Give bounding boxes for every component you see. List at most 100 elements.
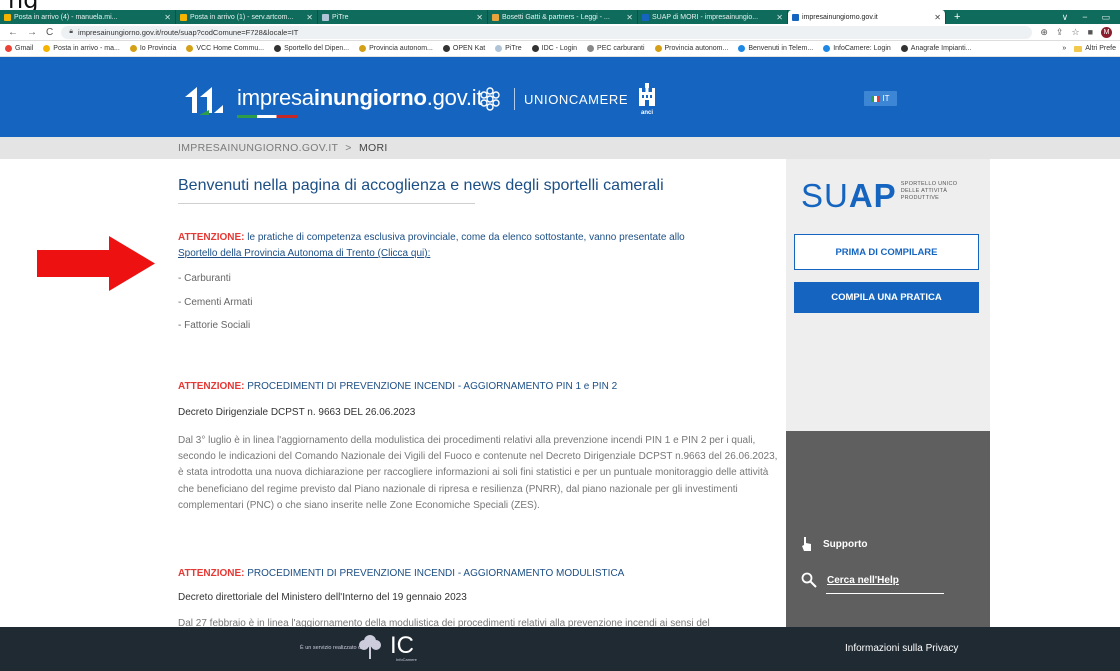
cropped-top-text: ng <box>0 0 1120 10</box>
italian-flag-icon <box>871 95 881 102</box>
help-search-label: Cerca nell'Help <box>827 574 899 586</box>
pointing-hand-icon <box>802 537 811 551</box>
close-tab-icon[interactable]: ✕ <box>772 13 783 22</box>
help-search-underline <box>826 593 944 594</box>
bookmark-label: Sportello del Dipen... <box>284 45 350 52</box>
bookmark-item[interactable]: OPEN Kat <box>438 45 490 52</box>
pitre-favicon-icon <box>322 13 329 21</box>
tab-search-icon[interactable]: ∨ <box>1062 12 1069 23</box>
bookmark-item[interactable]: Anagrafe Impianti... <box>896 45 977 52</box>
unioncamere-label[interactable]: UNIONCAMERE <box>524 92 628 107</box>
close-tab-icon[interactable]: ✕ <box>930 13 941 22</box>
support-label: Supporto <box>823 538 868 550</box>
address-bar-actions: ⊕ ⇪ ☆ ■ M <box>1032 26 1120 38</box>
star-icon[interactable]: ☆ <box>1071 27 1079 38</box>
anci-text: anci <box>641 110 653 116</box>
bookmark-item[interactable]: PEC carburanti <box>582 45 649 52</box>
bookmarks-bar: Gmail Posta in arrivo - ma... Io Provincia… <box>0 41 1120 57</box>
bookmark-item[interactable]: Provincia autonom... <box>354 45 438 52</box>
list-item: - Carburanti <box>178 273 231 284</box>
attention-label: ATTENZIONE: <box>178 568 245 579</box>
bookmark-item[interactable]: Benvenuti in Telem... <box>733 45 818 52</box>
maximize-icon[interactable]: ▭ <box>1101 12 1110 23</box>
bookmark-label: Gmail <box>15 45 34 52</box>
impresa-logo-icon[interactable] <box>183 83 225 115</box>
browser-tab[interactable]: PiTre ✕ <box>318 10 488 24</box>
zoom-icon[interactable]: ⊕ <box>1040 27 1048 38</box>
breadcrumb-root-link[interactable]: IMPRESAINUNGIORNO.GOV.IT <box>178 142 338 154</box>
bookmark-favicon-icon <box>5 45 12 52</box>
bookmark-item[interactable]: Gmail <box>0 45 38 52</box>
bookmark-label: IDC - Login <box>541 45 578 52</box>
minimize-icon[interactable]: − <box>1082 12 1087 23</box>
sidepanel-icon[interactable]: ■ <box>1088 27 1093 37</box>
browser-tab[interactable]: SUAP di MORI - impresainungio... ✕ <box>638 10 788 24</box>
bookmark-label: OPEN Kat <box>452 45 486 52</box>
suap-wordmark: SUAP <box>801 179 897 212</box>
tab-title: Bosetti Gatti & partners - Leggi - ... <box>502 13 610 21</box>
other-bookmarks-label[interactable]: Altri Prefe <box>1085 45 1116 52</box>
bookmark-label: PEC carburanti <box>597 45 645 52</box>
close-tab-icon[interactable]: ✕ <box>472 13 483 22</box>
close-tab-icon[interactable]: ✕ <box>160 13 171 22</box>
bookmark-item[interactable]: Io Provincia <box>125 45 182 52</box>
notice-text: le pratiche di competenza esclusiva prov… <box>244 232 685 243</box>
notice-title[interactable]: PROCEDIMENTI DI PREVENZIONE INCENDI - AG… <box>244 381 617 392</box>
bookmark-item[interactable]: Provincia autonom... <box>650 45 734 52</box>
notice-pin-title: ATTENZIONE: PROCEDIMENTI DI PREVENZIONE … <box>178 381 617 392</box>
language-selector[interactable]: IT <box>864 91 897 106</box>
bookmark-favicon-icon <box>186 45 194 52</box>
lock-icon[interactable]: 🔒︎ <box>69 28 73 36</box>
tab-title: SUAP di MORI - impresainungio... <box>652 13 759 21</box>
infocamere-logo[interactable]: IC <box>390 633 414 659</box>
help-search-link[interactable]: Cerca nell'Help <box>801 572 899 588</box>
reload-icon[interactable]: C <box>46 27 53 38</box>
share-icon[interactable]: ⇪ <box>1056 27 1064 38</box>
forward-icon[interactable]: → <box>27 27 37 38</box>
close-tab-icon[interactable]: ✕ <box>622 13 633 22</box>
bookmark-item[interactable]: VCC Home Commu... <box>181 45 269 52</box>
bookmarks-overflow[interactable]: » Altri Prefe <box>1062 45 1120 52</box>
url-input[interactable]: 🔒︎ impresainungiorno.gov.it/route/suap?c… <box>61 25 1033 39</box>
nav-buttons: ← → C <box>0 27 61 38</box>
url-text: impresainungiorno.gov.it/route/suap?codC… <box>77 27 299 37</box>
browser-tab[interactable]: Posta in arrivo (1) - serv.artcom... ✕ <box>176 10 318 24</box>
bookmark-favicon-icon <box>738 45 746 52</box>
tab-title: Posta in arrivo (4) - manuela.mi... <box>14 13 118 21</box>
notice-modulistica-title: ATTENZIONE: PROCEDIMENTI DI PREVENZIONE … <box>178 568 624 579</box>
profile-avatar[interactable]: M <box>1101 26 1112 38</box>
bookmark-item[interactable]: Posta in arrivo - ma... <box>38 45 125 52</box>
browser-tab[interactable]: Bosetti Gatti & partners - Leggi - ... ✕ <box>488 10 638 24</box>
help-panel: Supporto Cerca nell'Help <box>786 431 990 627</box>
site-footer: È un servizio realizzato da IC InfoCamer… <box>0 627 1120 671</box>
more-bookmarks-icon[interactable]: » <box>1062 45 1066 52</box>
suap-tagline: SPORTELLO UNICO DELLE ATTIVITÀ PRODUTTIV… <box>901 181 958 202</box>
bookmark-favicon-icon <box>823 45 831 52</box>
bookmark-item[interactable]: InfoCamere: Login <box>818 45 896 52</box>
brand-part: .gov.it <box>426 85 483 110</box>
brand-title[interactable]: impresainungiorno.gov.it <box>237 85 483 111</box>
site-header: impresainungiorno.gov.it UNIONCAMERE anc… <box>0 57 1120 137</box>
compila-pratica-button[interactable]: COMPILA UNA PRATICA <box>794 282 979 313</box>
prima-di-compilare-button[interactable]: PRIMA DI COMPILARE <box>794 234 979 270</box>
bookmark-item[interactable]: Sportello del Dipen... <box>269 45 354 52</box>
support-link[interactable]: Supporto <box>801 536 867 552</box>
browser-tab-active[interactable]: impresainungiorno.gov.it ✕ <box>788 10 946 24</box>
anci-logo-icon[interactable]: anci <box>636 82 658 116</box>
provincia-trento-link[interactable]: Sportello della Provincia Autonoma di Tr… <box>178 248 430 259</box>
bookmark-item[interactable]: IDC - Login <box>527 45 582 52</box>
bookmark-item[interactable]: PiTre <box>490 45 526 52</box>
browser-tab-bar: Posta in arrivo (4) - manuela.mi... ✕ Pos… <box>0 10 1120 24</box>
bookmark-favicon-icon <box>495 45 503 52</box>
attention-label: ATTENZIONE: <box>178 232 245 243</box>
notice-title[interactable]: PROCEDIMENTI DI PREVENZIONE INCENDI - AG… <box>244 568 624 579</box>
bookmark-label: InfoCamere: Login <box>833 45 891 52</box>
suap-logo: SUAP SPORTELLO UNICO DELLE ATTIVITÀ PROD… <box>801 179 957 212</box>
privacy-link[interactable]: Informazioni sulla Privacy <box>845 643 958 654</box>
new-tab-button[interactable]: + <box>946 11 968 23</box>
unioncamere-rosette-icon <box>480 87 500 111</box>
provincial-procedures-list: - Carburanti - Cementi Armati - Fattorie… <box>178 271 252 342</box>
close-tab-icon[interactable]: ✕ <box>302 13 313 22</box>
browser-tab[interactable]: Posta in arrivo (4) - manuela.mi... ✕ <box>0 10 176 24</box>
back-icon[interactable]: ← <box>8 27 18 38</box>
